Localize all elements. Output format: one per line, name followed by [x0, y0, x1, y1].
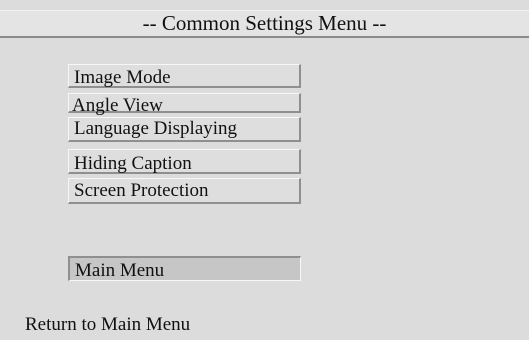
main-menu-button[interactable]: Main Menu: [68, 256, 301, 281]
screen-protection-button[interactable]: Screen Protection: [68, 178, 301, 204]
common-settings-menu: -- Common Settings Menu -- Image Mode An…: [0, 0, 529, 340]
menu-title: -- Common Settings Menu --: [0, 10, 529, 38]
image-mode-button[interactable]: Image Mode: [68, 64, 301, 88]
hiding-caption-button[interactable]: Hiding Caption: [68, 149, 301, 174]
language-displaying-button[interactable]: Language Displaying: [68, 117, 301, 142]
status-hint: Return to Main Menu: [25, 314, 191, 335]
angle-view-button[interactable]: Angle View: [68, 93, 301, 115]
